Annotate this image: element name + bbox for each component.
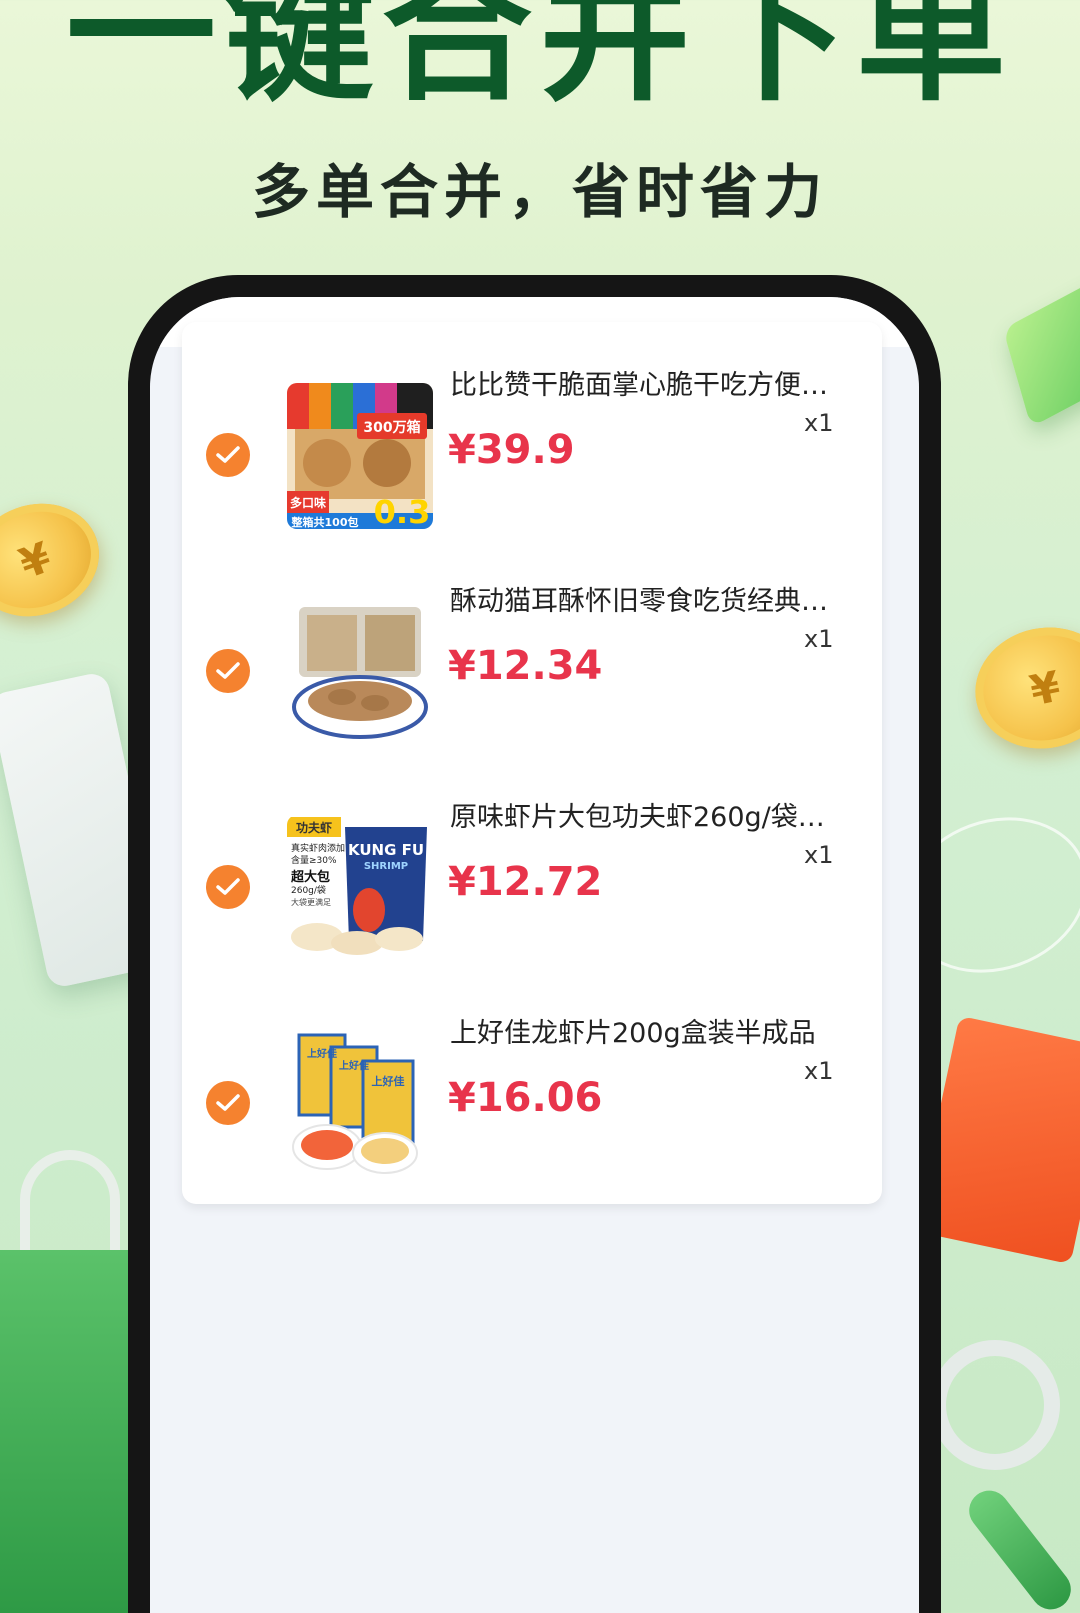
product-price: ¥39.9 [448, 427, 575, 473]
product-thumb-text: 上好佳 [372, 1074, 405, 1088]
product-title[interactable]: 上好佳龙虾片200g盒装半成品 [450, 1011, 850, 1050]
product-title[interactable]: 原味虾片大包功夫虾260g/袋膨化零食 [450, 795, 850, 834]
coin-symbol: ¥ [1025, 660, 1065, 716]
cart-card: 300万箱 多口味 整箱共100包 0.3 比比赞干脆面掌心脆干吃方便面整箱 ¥… [182, 322, 882, 1204]
product-title[interactable]: 比比赞干脆面掌心脆干吃方便面整箱 [450, 363, 850, 402]
headline: 一键合并下单 [65, 0, 1014, 122]
product-thumb-text: 上好佳 [339, 1059, 369, 1072]
product-image[interactable]: 300万箱 多口味 整箱共100包 0.3 [287, 383, 433, 529]
magnifier-icon [930, 1340, 1060, 1470]
yuan-coin-icon: ¥ [0, 486, 115, 634]
product-image[interactable]: 上好佳 上好佳 上好佳 [287, 1031, 433, 1177]
product-thumb-text: 含量≥30% [291, 854, 337, 866]
product-thumb-text: 0.3 [374, 493, 431, 529]
checkbox-checked-icon[interactable] [206, 649, 250, 693]
green-gem-decoration [1002, 272, 1080, 428]
product-price: ¥12.72 [448, 859, 603, 905]
cart-item[interactable]: 酥动猫耳酥怀旧零食吃货经典小吃 ¥12.34 x1 [182, 563, 882, 783]
product-quantity: x1 [804, 409, 834, 437]
magnifier-handle-decoration [961, 1482, 1079, 1613]
product-thumb-text: 大袋更满足 [291, 897, 331, 907]
yuan-coin-icon: ¥ [964, 614, 1080, 762]
product-thumb-text: 300万箱 [363, 419, 420, 436]
product-quantity: x1 [804, 625, 834, 653]
shopping-bag-icon [0, 1250, 140, 1613]
product-thumb-text: 超大包 [291, 869, 330, 885]
cart-item[interactable]: 300万箱 多口味 整箱共100包 0.3 比比赞干脆面掌心脆干吃方便面整箱 ¥… [182, 347, 882, 567]
product-image[interactable] [287, 599, 433, 745]
product-quantity: x1 [804, 841, 834, 869]
cart-item[interactable]: 功夫虾 真实虾肉添加 含量≥30% 超大包 260g/袋 大袋更满足 KUNG … [182, 779, 882, 999]
product-price: ¥12.34 [448, 643, 603, 689]
product-thumb-text: 整箱共100包 [291, 515, 359, 529]
coin-symbol: ¥ [12, 531, 58, 589]
product-thumb-text: KUNG FU [348, 841, 424, 859]
product-title[interactable]: 酥动猫耳酥怀旧零食吃货经典小吃 [450, 579, 850, 618]
cart-item[interactable]: 上好佳 上好佳 上好佳 上好佳龙虾片200g盒装半成品 ¥16.06 x1 [182, 995, 882, 1215]
product-image[interactable]: 功夫虾 真实虾肉添加 含量≥30% 超大包 260g/袋 大袋更满足 KUNG … [287, 815, 433, 961]
product-thumb-text: 多口味 [290, 495, 326, 510]
product-quantity: x1 [804, 1057, 834, 1085]
product-thumb-text: 上好佳 [307, 1047, 337, 1060]
product-thumb-text: 260g/袋 [291, 884, 326, 896]
product-thumb-text: SHRIMP [364, 861, 408, 872]
phone-screen: 300万箱 多口味 整箱共100包 0.3 比比赞干脆面掌心脆干吃方便面整箱 ¥… [150, 297, 919, 1613]
checkbox-checked-icon[interactable] [206, 433, 250, 477]
product-thumb-text: 功夫虾 [296, 820, 332, 835]
subline: 多单合并，省时省力 [251, 158, 828, 226]
checkbox-checked-icon[interactable] [206, 1081, 250, 1125]
phone-frame: 300万箱 多口味 整箱共100包 0.3 比比赞干脆面掌心脆干吃方便面整箱 ¥… [128, 275, 941, 1613]
product-price: ¥16.06 [448, 1075, 603, 1121]
checkbox-checked-icon[interactable] [206, 865, 250, 909]
product-thumb-text: 真实虾肉添加 [291, 842, 345, 854]
